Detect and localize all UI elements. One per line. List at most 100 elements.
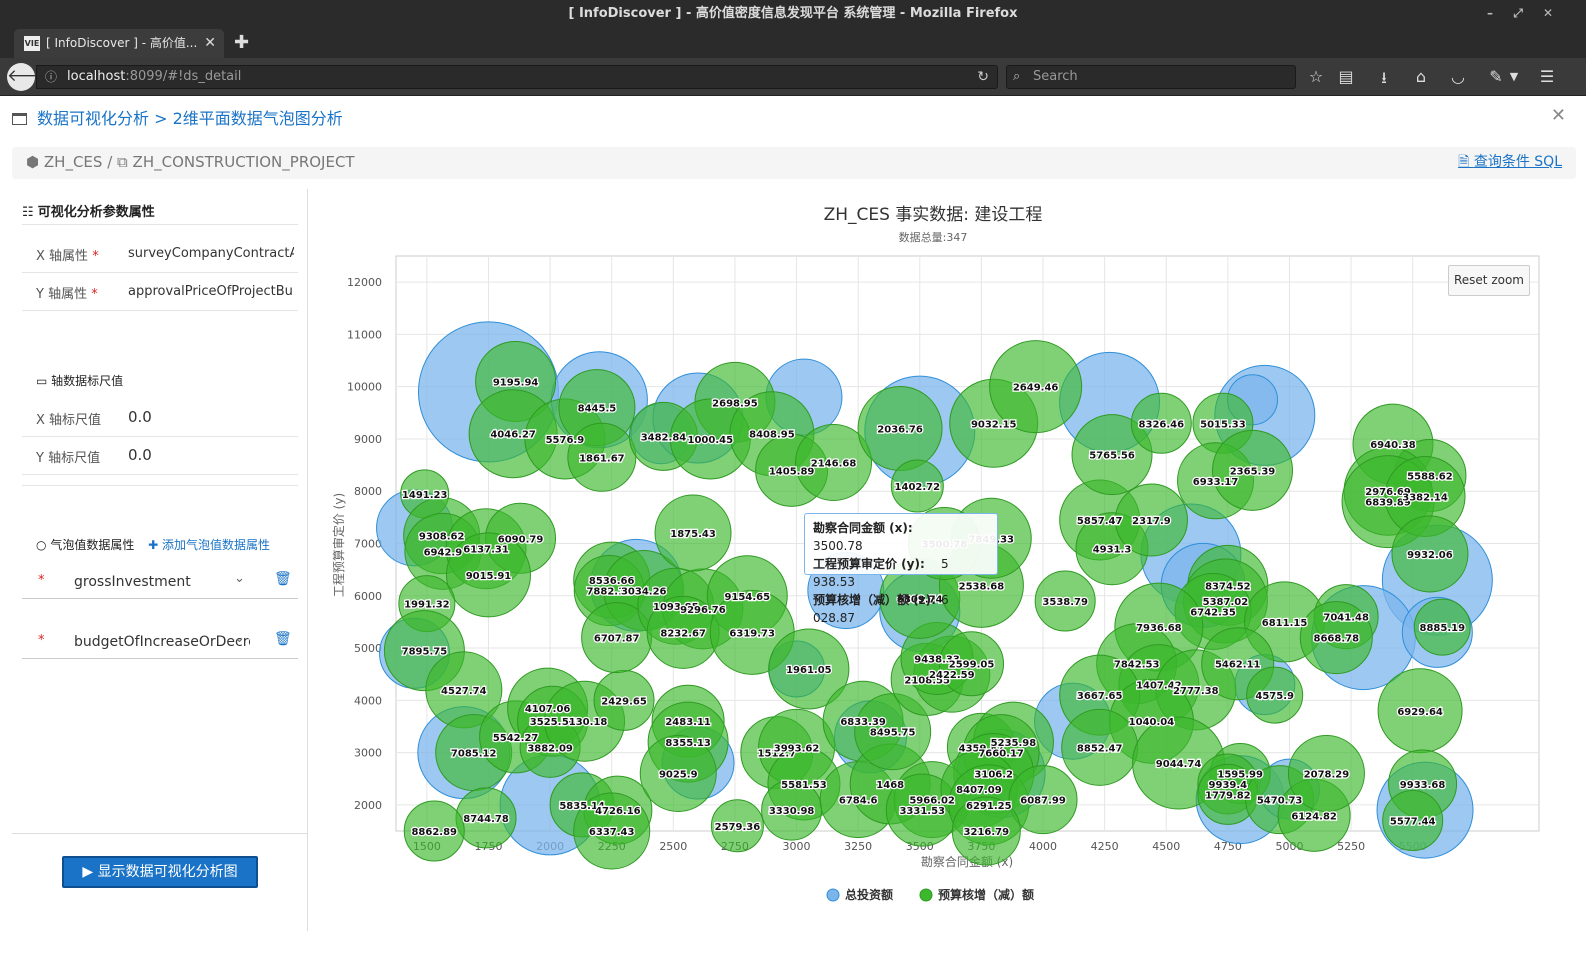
data-label: 1875.43 [670, 529, 716, 540]
divider [22, 224, 298, 225]
chevron-down-icon[interactable]: ⌄ [234, 631, 245, 646]
browser-tab[interactable]: VIE [ InfoDiscover ] - 高价值... ✕ [14, 29, 224, 58]
dataset-space[interactable]: ZH_CES [44, 153, 103, 171]
bookmark-star-icon[interactable]: ☆ [1306, 67, 1326, 86]
add-bubble-button[interactable]: ✚ 添加气泡值数据属性 [148, 538, 270, 552]
data-label: 5542.27 [493, 733, 539, 744]
chart-subtitle: 数据总量:347 [899, 230, 968, 244]
data-label: 2317.9 [1132, 516, 1171, 527]
tooltip-z-row: 预算核增（减）额 (z): 6 028.87 [813, 591, 989, 627]
sql-link-label: 查询条件 SQL [1473, 154, 1562, 170]
data-label: 3667.65 [1077, 691, 1123, 702]
data-label: 3538.79 [1042, 597, 1088, 608]
trash-icon[interactable]: 🗑 [274, 631, 292, 647]
breadcrumb-root[interactable]: 数据可视化分析 [37, 109, 149, 128]
chevron-down-icon[interactable]: ⌄ [234, 571, 245, 586]
url-rest: :8099/#!ds_detail [125, 69, 242, 84]
data-label: 9939.4 [1209, 780, 1248, 791]
x-axis-select[interactable]: surveyCompanyContractA [128, 246, 294, 261]
data-label: 8862.89 [411, 827, 457, 838]
y-tick-label: 5000 [354, 642, 382, 655]
back-button[interactable]: 🡐 [7, 63, 53, 91]
y-scale-input[interactable]: 0.0 [128, 446, 294, 464]
data-label: 6942.9 [424, 547, 463, 558]
data-label: 5765.56 [1089, 451, 1135, 462]
data-label: 9032.15 [971, 419, 1017, 430]
x-tick-label: 2500 [659, 840, 687, 853]
data-label: 9296.76 [680, 605, 726, 616]
bubble-field-row: * grossInvestment ⌄ 🗑 [22, 565, 298, 599]
params-title-text: 可视化分析参数属性 [37, 205, 155, 220]
copy-icon: ⧉ [117, 153, 128, 171]
data-label: 6940.38 [1370, 440, 1416, 451]
data-label: 5462.11 [1215, 660, 1261, 671]
restore-icon[interactable]: ⤢ [1506, 0, 1530, 28]
info-icon[interactable]: ⓘ [45, 66, 57, 88]
data-label: 7936.68 [1136, 623, 1182, 634]
extension-icon[interactable]: ✎ [1486, 67, 1506, 86]
window-close-icon[interactable]: ✕ [1536, 0, 1560, 28]
home-icon[interactable]: ⌂ [1411, 67, 1431, 86]
required-mark: * [38, 573, 45, 588]
bubble-field-select[interactable]: grossInvestment [74, 574, 250, 590]
data-label: 9933.68 [1400, 780, 1446, 791]
reading-list-icon[interactable]: ▤ [1336, 67, 1356, 86]
sql-query-link[interactable]: 🗎 查询条件 SQL [1458, 147, 1562, 177]
tooltip-x-val: 3500.78 [813, 539, 863, 553]
data-label: 1779.82 [1205, 790, 1251, 801]
data-label: 8326.46 [1139, 419, 1185, 430]
trash-icon[interactable]: 🗑 [274, 571, 292, 587]
tab-close-icon[interactable]: ✕ [204, 29, 216, 57]
bubble-field-select[interactable]: budgetOfIncreaseOrDecre [74, 634, 250, 650]
data-label: 3106.2 [974, 770, 1013, 781]
reset-zoom-button[interactable]: Reset zoom [1448, 265, 1530, 296]
url-bar[interactable]: ⓘ localhost:8099/#!ds_detail ↻ [36, 65, 998, 89]
minimize-icon[interactable]: – [1478, 0, 1502, 28]
y-tick-label: 4000 [354, 694, 382, 707]
data-label: 3216.79 [964, 827, 1010, 838]
data-label: 5235.98 [991, 738, 1037, 749]
y-scale-label: Y 轴标尺值 [36, 451, 101, 466]
data-label: 5581.53 [781, 780, 827, 791]
x-tick-label: 3250 [844, 840, 872, 853]
data-label: 9044.74 [1156, 759, 1202, 770]
x-scale-row: X 轴标尺值 0.0 [22, 399, 298, 437]
extension-chevron-icon[interactable]: ▼ [1504, 70, 1524, 83]
show-chart-button[interactable]: ▶ 显示数据可视化分析图 [62, 856, 258, 888]
play-icon: ▶ [82, 864, 94, 880]
data-label: 6090.79 [498, 534, 544, 545]
data-label: 2698.95 [712, 398, 758, 409]
x-tick-label: 4500 [1152, 840, 1180, 853]
data-label: 4046.27 [490, 430, 536, 441]
bubble-field-row: * budgetOfIncreaseOrDecre ⌄ 🗑 [22, 625, 298, 659]
y-tick-label: 11000 [347, 328, 382, 341]
download-icon[interactable]: ⭳ [1374, 67, 1394, 94]
y-axis-select[interactable]: approvalPriceOfProjectBu [128, 284, 294, 299]
data-label: 8885.19 [1420, 623, 1466, 634]
x-scale-input[interactable]: 0.0 [128, 408, 294, 426]
new-tab-icon[interactable]: ✚ [234, 32, 249, 53]
legend-label-series2: 预算核增（减）额 [938, 887, 1034, 902]
data-label: 8744.78 [463, 814, 509, 825]
y-axis-label: Y 轴属性 * [36, 283, 98, 302]
tooltip-x-key: 勘察合同金额 (x): [813, 521, 913, 535]
data-label: 3330.98 [769, 806, 815, 817]
data-label: 6929.64 [1397, 707, 1443, 718]
y-tick-label: 9000 [354, 433, 382, 446]
data-label: 2483.11 [665, 717, 711, 728]
data-label: 1000.45 [688, 435, 734, 446]
chart-title: ZH_CES 事实数据: 建设工程 [824, 205, 1043, 225]
menu-icon[interactable]: ☰ [1537, 67, 1557, 86]
data-label: 8407.09 [956, 785, 1002, 796]
data-label: 2429.65 [601, 696, 647, 707]
dataset-sep: / [107, 153, 113, 171]
reload-icon[interactable]: ↻ [977, 66, 989, 88]
data-label: 2365.39 [1230, 466, 1276, 477]
params-section-title: ☷ 可视化分析参数属性 [22, 201, 155, 220]
panel-close-icon[interactable]: ✕ [1551, 105, 1566, 126]
data-label: 1861.67 [579, 453, 625, 464]
search-input[interactable]: ⌕ Search [1006, 65, 1296, 89]
pocket-icon[interactable]: ◡ [1448, 67, 1468, 86]
search-icon: ⌕ [1013, 69, 1021, 84]
data-label: 5857.47 [1077, 516, 1123, 527]
